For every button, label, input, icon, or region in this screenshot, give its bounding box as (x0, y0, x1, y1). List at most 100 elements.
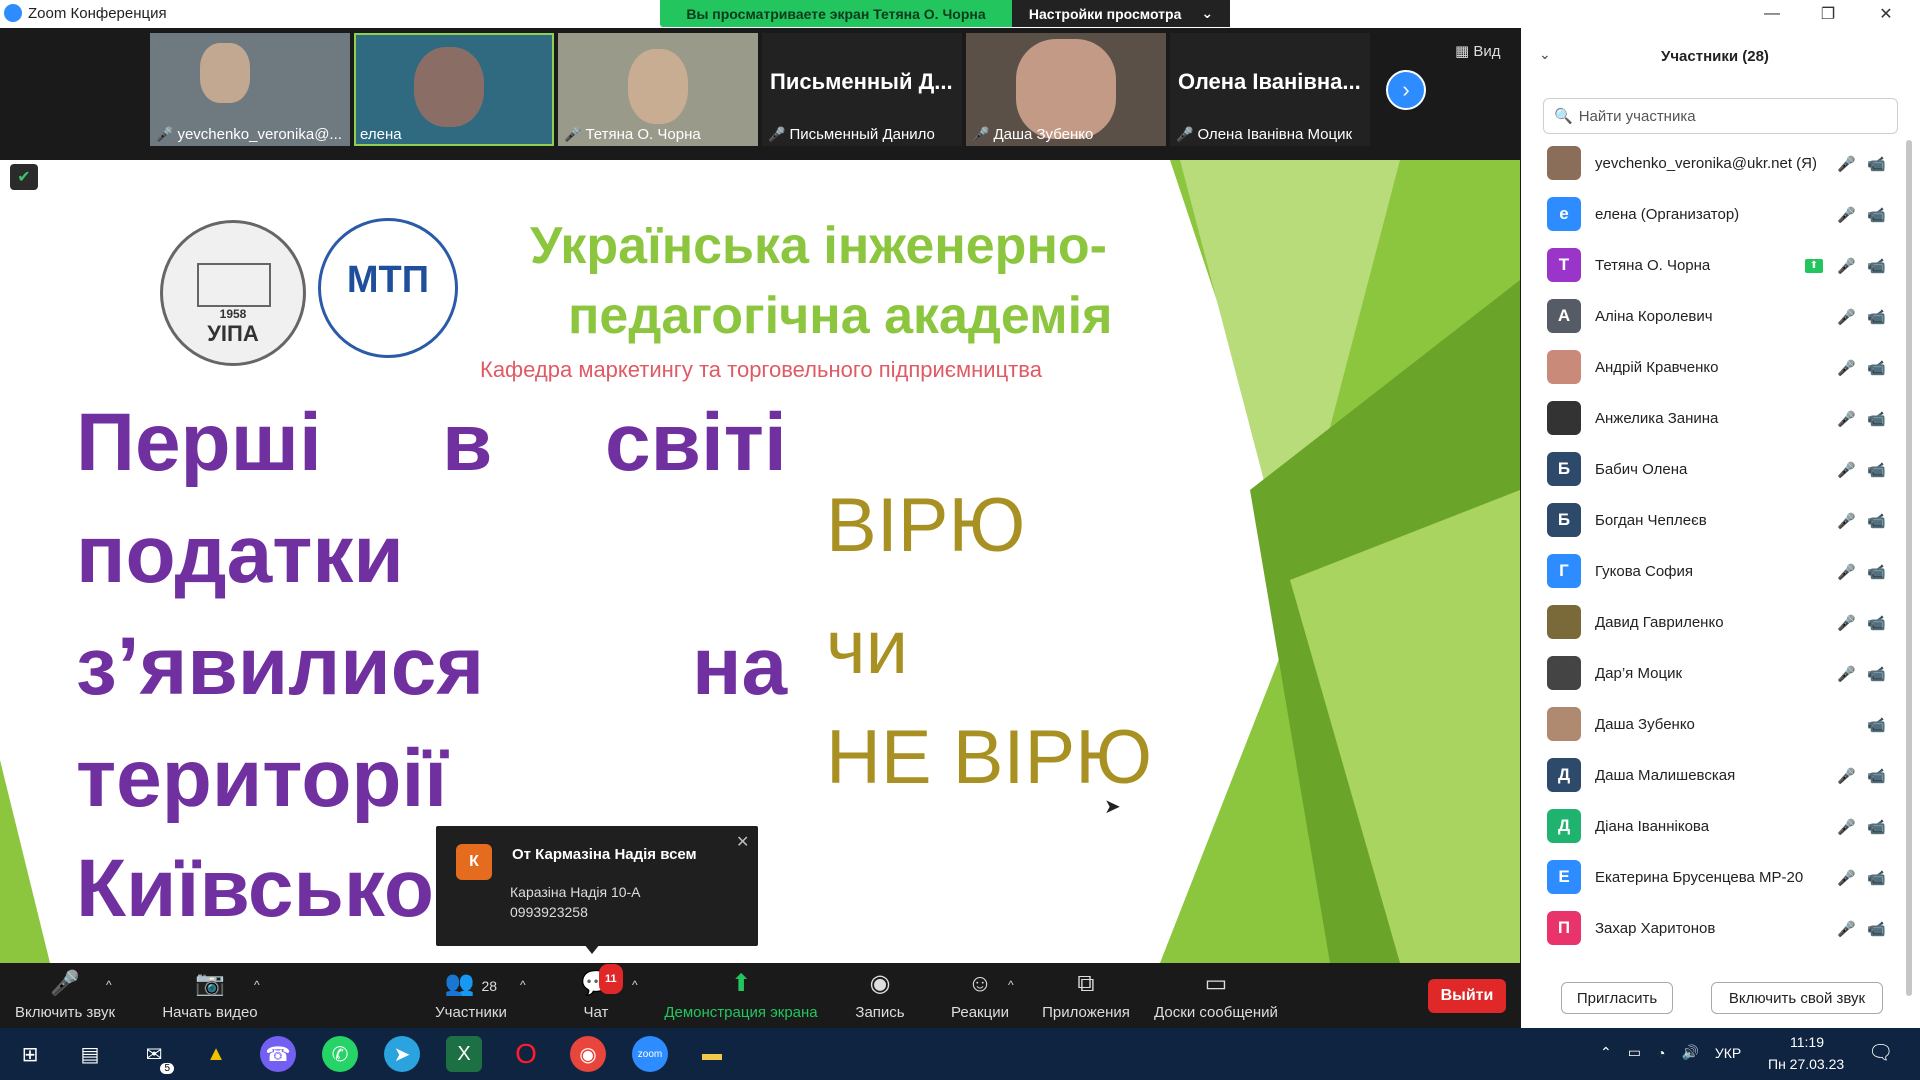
volume-icon[interactable]: 🔊 (1681, 1044, 1698, 1061)
apps-button[interactable]: ⧉ Приложения (1036, 963, 1136, 1028)
mic-muted-icon[interactable]: 🎤 (1837, 308, 1856, 326)
participant-row[interactable]: Андрій Кравченко 🎤 📹 (1521, 342, 1901, 393)
mic-muted-icon[interactable]: 🎤 (1837, 767, 1856, 785)
mic-muted-icon[interactable]: 🎤 (1837, 257, 1856, 275)
invite-button[interactable]: Пригласить (1561, 982, 1673, 1014)
participant-row[interactable]: Г Гукова София 🎤 📹 (1521, 546, 1901, 597)
video-off-icon[interactable]: 📹 (1867, 767, 1886, 785)
participant-list-scrollbar[interactable] (1906, 140, 1912, 996)
mic-muted-icon[interactable]: 🎤 (1837, 461, 1856, 479)
participant-row[interactable]: е елена (Организатор) 🎤 📹 (1521, 189, 1901, 240)
whatsapp-icon[interactable]: ✆ (322, 1036, 358, 1072)
video-off-icon[interactable]: 📹 (1867, 920, 1886, 938)
video-tile[interactable]: Олена Іванівна... 🎤 Олена Іванівна Моцик (1170, 33, 1370, 146)
video-off-icon[interactable]: 📹 (1867, 665, 1886, 683)
video-off-icon[interactable]: 📹 (1867, 410, 1886, 428)
minimize-button[interactable]: — (1744, 0, 1800, 28)
video-off-icon[interactable]: 📹 (1867, 614, 1886, 632)
telegram-icon[interactable]: ➤ (384, 1036, 420, 1072)
zoom-taskbar-icon[interactable]: zoom (632, 1036, 668, 1072)
mic-muted-icon[interactable]: 🎤 (1837, 665, 1856, 683)
video-off-icon[interactable]: 📹 (1867, 461, 1886, 479)
battery-icon[interactable]: ▭ (1628, 1044, 1641, 1061)
participant-row[interactable]: Б Бабич Олена 🎤 📹 (1521, 444, 1901, 495)
video-off-icon[interactable]: 📹 (1867, 716, 1886, 734)
leave-meeting-button[interactable]: Выйти (1428, 979, 1506, 1013)
clock-date[interactable]: Пн 27.03.23 (1768, 1056, 1844, 1072)
participant-row[interactable]: Даша Зубенко 📹 (1521, 699, 1901, 750)
unmute-button[interactable]: 🎤 Включить звук (10, 963, 120, 1028)
shield-icon[interactable]: ✔ (10, 164, 38, 190)
mic-muted-icon[interactable]: 🎤 (1837, 155, 1856, 173)
next-page-arrow-icon[interactable]: › (1386, 70, 1426, 110)
participant-row[interactable]: Д Даша Малишевская 🎤 📹 (1521, 750, 1901, 801)
view-settings-button[interactable]: Настройки просмотра ⌄ (1012, 0, 1230, 27)
network-icon[interactable]: ◔ (1657, 1045, 1665, 1061)
participant-row[interactable]: Анжелика Занина 🎤 📹 (1521, 393, 1901, 444)
view-button[interactable]: ▦ Вид (1455, 42, 1500, 60)
restore-button[interactable]: ❐ (1800, 0, 1856, 28)
close-window-button[interactable]: ✕ (1858, 0, 1914, 28)
video-off-icon[interactable]: 📹 (1867, 512, 1886, 530)
windows-start-icon[interactable]: ⊞ (12, 1036, 48, 1072)
chevron-up-icon[interactable]: ⌃ (1600, 1044, 1612, 1061)
video-tile[interactable]: 🎤 Даша Зубенко (966, 33, 1166, 146)
participant-row[interactable]: А Аліна Королевич 🎤 📹 (1521, 291, 1901, 342)
notifications-icon[interactable]: 🗨 (1868, 1040, 1893, 1065)
participant-row[interactable]: Б Богдан Чеплеєв 🎤 📹 (1521, 495, 1901, 546)
participant-row[interactable]: Т Тетяна О. Чорна ⬆ 🎤 📹 (1521, 240, 1901, 291)
mic-icon[interactable]: 🎤 (1837, 206, 1856, 224)
participant-row[interactable]: yevchenko_veronika@ukr.net (Я) 🎤 📹 (1521, 138, 1901, 189)
video-off-icon[interactable]: 📹 (1867, 155, 1886, 173)
mic-muted-icon[interactable]: 🎤 (1837, 614, 1856, 632)
viber-icon[interactable]: ☎ (260, 1036, 296, 1072)
video-off-icon[interactable]: 📹 (1867, 308, 1886, 326)
task-view-icon[interactable]: ▤ (72, 1036, 108, 1072)
reactions-caret-icon[interactable]: ^ (1008, 978, 1014, 992)
start-video-button[interactable]: 📷 Начать видео (150, 963, 270, 1028)
participants-button[interactable]: 👥 28 Участники (416, 963, 526, 1028)
mic-muted-icon[interactable]: 🎤 (1837, 512, 1856, 530)
participant-row[interactable]: П Захар Харитонов 🎤 📹 (1521, 903, 1901, 954)
clock-time[interactable]: 11:19 (1790, 1034, 1824, 1050)
excel-icon[interactable]: X (446, 1036, 482, 1072)
participant-row[interactable]: Д Діана Іваннікова 🎤 📹 (1521, 801, 1901, 852)
participant-row[interactable]: Дар’я Моцик 🎤 📹 (1521, 648, 1901, 699)
video-camera-icon[interactable]: 📹 (1867, 257, 1886, 275)
video-tile[interactable]: 🎤 Тетяна О. Чорна (558, 33, 758, 146)
participants-caret-icon[interactable]: ^ (520, 978, 526, 992)
chat-notification[interactable]: К От Кармазіна Надія всем Каразіна Надія… (436, 826, 758, 946)
mic-muted-icon[interactable]: 🎤 (1837, 920, 1856, 938)
mic-muted-icon[interactable]: 🎤 (1837, 563, 1856, 581)
whiteboards-button[interactable]: ▭ Доски сообщений (1148, 963, 1284, 1028)
video-camera-icon[interactable]: 📹 (1867, 206, 1886, 224)
language-indicator[interactable]: УКР (1715, 1045, 1741, 1061)
close-icon[interactable]: ✕ (736, 832, 749, 852)
video-off-icon[interactable]: 📹 (1867, 563, 1886, 581)
video-tile[interactable]: Письменный Д... 🎤 Письменный Данило (762, 33, 962, 146)
video-off-icon[interactable]: 📹 (1867, 359, 1886, 377)
video-tile-active-speaker[interactable]: елена (354, 33, 554, 146)
chat-button[interactable]: 💬 11 Чат (566, 963, 626, 1028)
chat-caret-icon[interactable]: ^ (632, 978, 638, 992)
reactions-button[interactable]: ☺ Реакции (940, 963, 1020, 1028)
video-tile[interactable]: 🎤 yevchenko_veronika@... (150, 33, 350, 146)
chrome-icon[interactable]: ◉ (570, 1036, 606, 1072)
mic-muted-icon[interactable]: 🎤 (1837, 869, 1856, 887)
file-explorer-icon[interactable]: ▬ (694, 1036, 730, 1072)
audio-options-caret-icon[interactable]: ^ (106, 978, 112, 992)
mic-muted-icon[interactable]: 🎤 (1837, 359, 1856, 377)
video-off-icon[interactable]: 📹 (1867, 818, 1886, 836)
record-button[interactable]: ◉ Запись (840, 963, 920, 1028)
avast-icon[interactable]: ▲ (198, 1036, 234, 1072)
mail-icon[interactable]: ✉ 5 (136, 1036, 174, 1074)
video-options-caret-icon[interactable]: ^ (254, 978, 260, 992)
share-screen-button[interactable]: ⬆ Демонстрация экрана (656, 963, 826, 1028)
participant-row[interactable]: Давид Гавриленко 🎤 📹 (1521, 597, 1901, 648)
mic-muted-icon[interactable]: 🎤 (1837, 410, 1856, 428)
unmute-self-button[interactable]: Включить свой звук (1711, 982, 1883, 1014)
chevron-down-icon[interactable]: ⌄ (1539, 46, 1551, 63)
participant-row[interactable]: Е Екатерина Брусенцева МР-20 🎤 📹 (1521, 852, 1901, 903)
video-off-icon[interactable]: 📹 (1867, 869, 1886, 887)
mic-muted-icon[interactable]: 🎤 (1837, 818, 1856, 836)
